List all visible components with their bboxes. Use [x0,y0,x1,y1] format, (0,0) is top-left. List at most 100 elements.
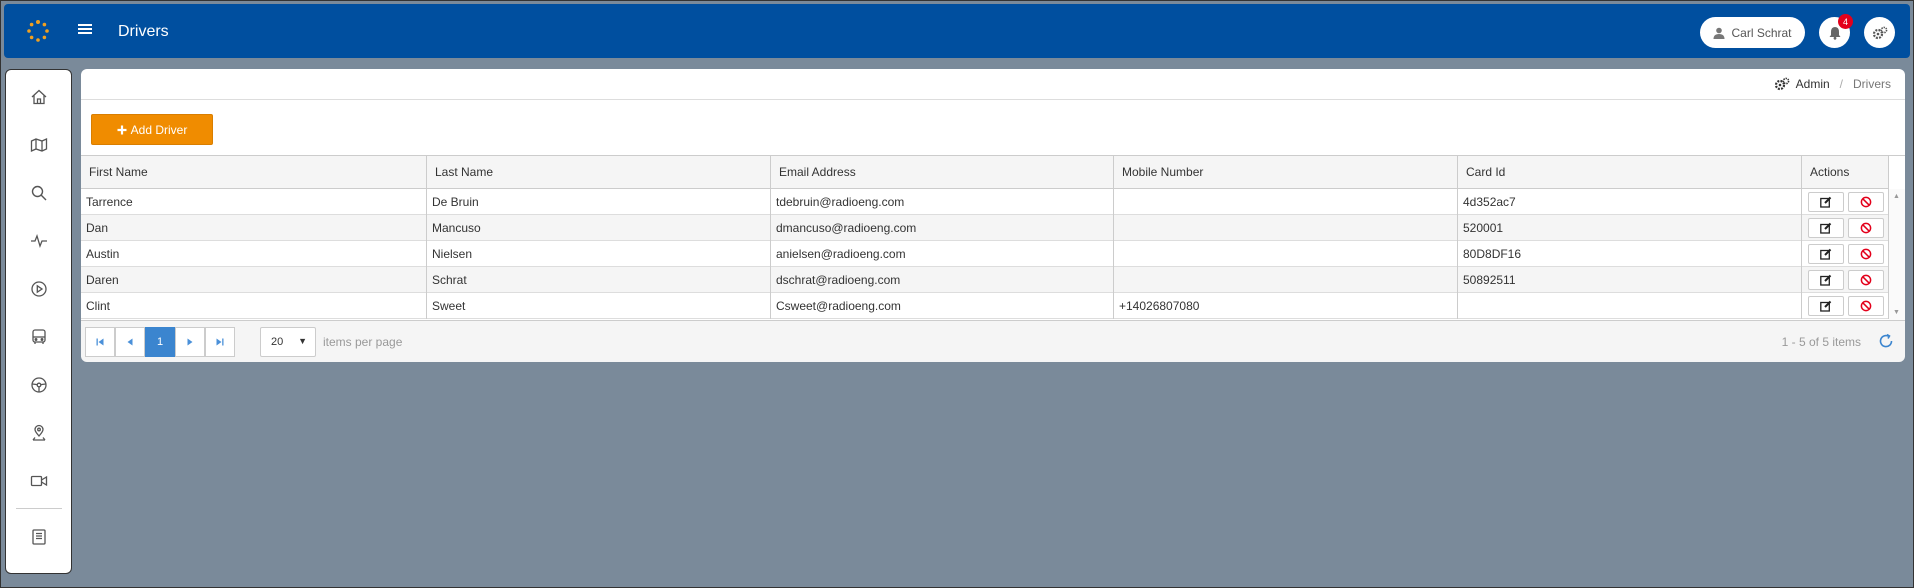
caret-down-icon: ▼ [298,336,307,346]
column-header-actions: Actions [1802,156,1889,189]
location-pin-icon[interactable] [28,422,50,444]
edit-button[interactable] [1808,270,1844,290]
cell-last-name: De Bruin [427,189,771,215]
sidebar [5,69,72,574]
cell-email: dmancuso@radioeng.com [771,215,1114,241]
home-icon[interactable] [28,86,50,108]
delete-button[interactable] [1848,296,1884,316]
table-row: Dan Mancuso dmancuso@radioeng.com 520001 [81,215,1889,241]
sidebar-divider [16,508,62,509]
cell-last-name: Nielsen [427,241,771,267]
cell-mobile [1114,267,1458,293]
delete-button[interactable] [1848,218,1884,238]
delete-button[interactable] [1848,244,1884,264]
last-page-icon [216,338,224,346]
gears-icon [1774,77,1790,91]
cell-email: anielsen@radioeng.com [771,241,1114,267]
bell-icon [1829,26,1840,40]
cell-mobile [1114,189,1458,215]
map-icon[interactable] [28,134,50,156]
delete-button[interactable] [1848,270,1884,290]
settings-button[interactable] [1864,17,1895,48]
next-page-button[interactable] [175,327,205,357]
cell-card-id: 4d352ac7 [1458,189,1802,215]
add-driver-label: Add Driver [130,122,188,137]
ban-icon [1860,274,1872,286]
hamburger-menu-icon[interactable] [77,21,97,41]
notification-badge: 4 [1838,14,1853,29]
top-bar: Drivers Carl Schrat 4 [4,4,1910,58]
add-driver-button[interactable]: Add Driver [91,114,213,145]
steering-wheel-icon[interactable] [28,374,50,396]
cell-mobile: +14026807080 [1114,293,1458,319]
cell-last-name: Sweet [427,293,771,319]
column-header-mobile[interactable]: Mobile Number [1114,156,1458,189]
toolbar-divider [81,99,1905,100]
breadcrumb-admin[interactable]: Admin [1796,77,1830,91]
ban-icon [1860,222,1872,234]
cell-card-id: 50892511 [1458,267,1802,293]
book-icon[interactable] [28,526,50,548]
video-camera-icon[interactable] [28,470,50,492]
cell-card-id [1458,293,1802,319]
grid-header: First Name Last Name Email Address Mobil… [81,156,1889,189]
next-page-icon [187,338,193,346]
items-per-page-label: items per page [323,335,403,349]
page-size-select[interactable]: 20 ▼ [260,327,316,357]
scroll-down-icon[interactable]: ▼ [1893,309,1900,316]
cell-email: tdebruin@radioeng.com [771,189,1114,215]
notifications-button[interactable]: 4 [1819,14,1853,48]
column-header-first-name[interactable]: First Name [81,156,427,189]
breadcrumb-current: Drivers [1853,77,1891,91]
delete-button[interactable] [1848,192,1884,212]
app-logo[interactable] [26,19,50,43]
plus-icon [117,125,127,134]
search-icon[interactable] [28,182,50,204]
table-row: Tarrence De Bruin tdebruin@radioeng.com … [81,189,1889,215]
breadcrumb: Admin / Drivers [1774,77,1891,91]
edit-icon [1820,196,1832,208]
previous-page-button[interactable] [115,327,145,357]
column-header-card-id[interactable]: Card Id [1458,156,1802,189]
cell-mobile [1114,241,1458,267]
cell-first-name: Dan [81,215,427,241]
play-icon[interactable] [28,278,50,300]
column-header-last-name[interactable]: Last Name [427,156,771,189]
user-icon [1713,27,1725,39]
page-button-1[interactable]: 1 [145,327,175,357]
scroll-up-icon[interactable]: ▲ [1893,193,1900,200]
edit-button[interactable] [1808,244,1844,264]
pager: 1 20 ▼ items per page 1 - 5 of 5 items [81,320,1905,362]
bus-icon[interactable] [28,326,50,348]
drivers-grid: First Name Last Name Email Address Mobil… [81,155,1905,362]
gears-icon [1872,26,1887,39]
column-header-email[interactable]: Email Address [771,156,1114,189]
ban-icon [1860,300,1872,312]
cell-last-name: Mancuso [427,215,771,241]
last-page-button[interactable] [205,327,235,357]
previous-page-icon [127,338,133,346]
edit-icon [1820,222,1832,234]
table-row: Clint Sweet Csweet@radioeng.com +1402680… [81,293,1889,319]
first-page-button[interactable] [85,327,115,357]
edit-button[interactable] [1808,218,1844,238]
breadcrumb-separator: / [1839,77,1843,91]
edit-button[interactable] [1808,192,1844,212]
cell-mobile [1114,215,1458,241]
page-size-value: 20 [271,336,284,348]
page-title: Drivers [118,23,169,40]
first-page-icon [96,338,104,346]
ban-icon [1860,248,1872,260]
cell-card-id: 520001 [1458,215,1802,241]
cell-card-id: 80D8DF16 [1458,241,1802,267]
user-menu-button[interactable]: Carl Schrat [1700,17,1805,48]
edit-icon [1820,274,1832,286]
cell-first-name: Daren [81,267,427,293]
refresh-icon[interactable] [1877,332,1895,350]
cell-first-name: Clint [81,293,427,319]
ban-icon [1860,196,1872,208]
edit-button[interactable] [1808,296,1844,316]
cell-first-name: Austin [81,241,427,267]
grid-scrollbar[interactable]: ▲ ▼ [1889,189,1905,320]
activity-icon[interactable] [28,230,50,252]
